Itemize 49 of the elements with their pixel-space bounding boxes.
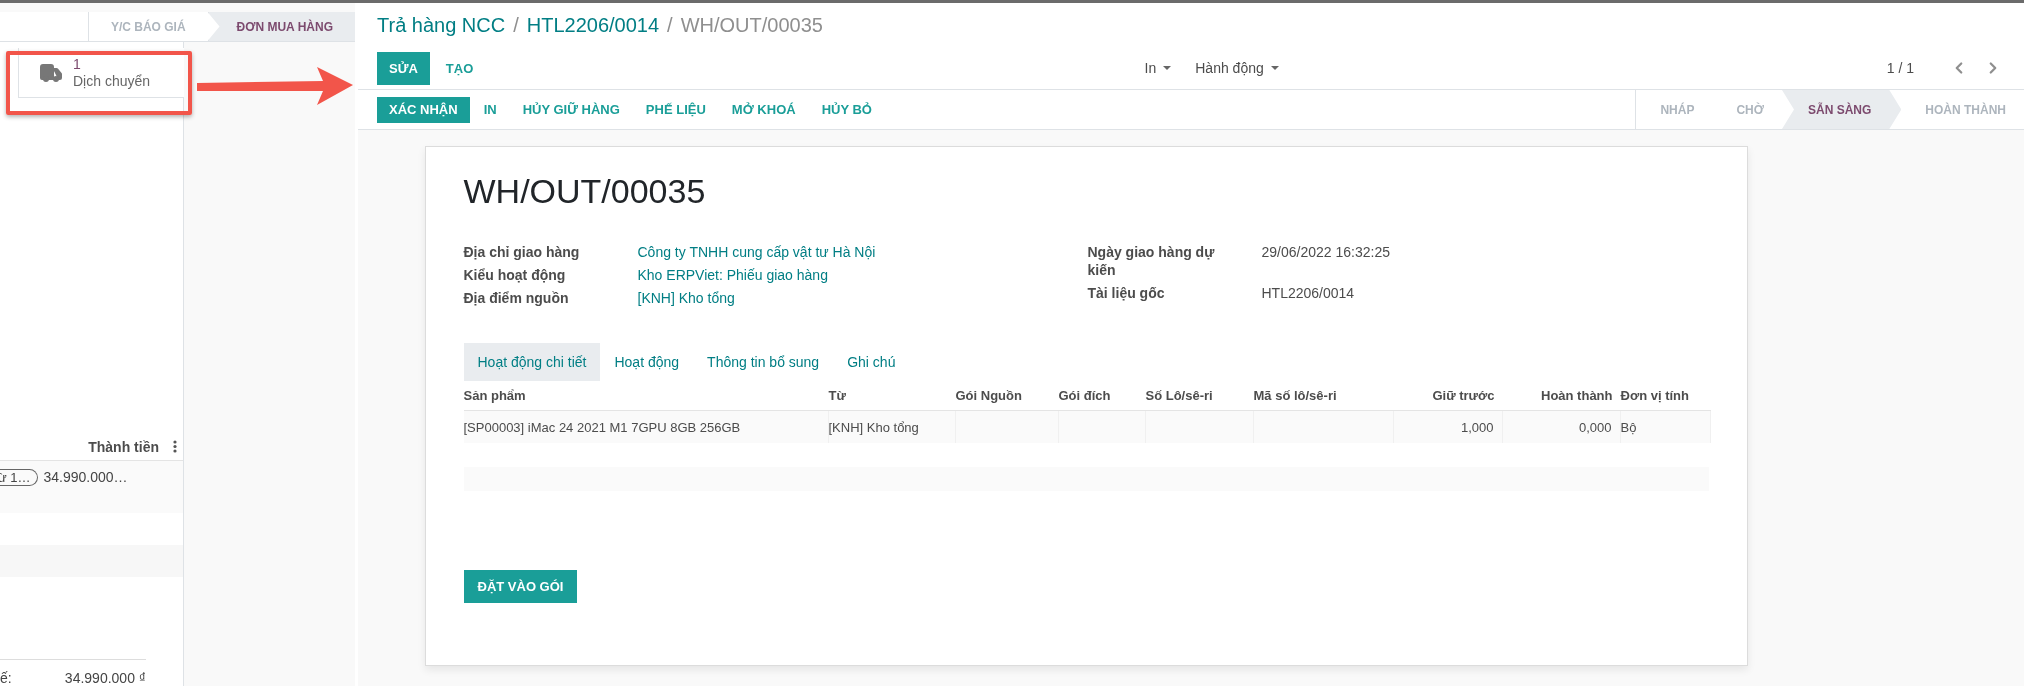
field-value: HTL2206/0014 [1261, 284, 1356, 302]
table-cell: 0,000 [1502, 411, 1621, 443]
count-text: 1 [73, 55, 81, 73]
field-link[interactable]: [KNH] Kho tổng [637, 289, 1088, 307]
record-title: WH/OUT/00035 [463, 171, 707, 212]
create-button[interactable]: TẠO [433, 51, 486, 85]
status-stage[interactable]: ĐƠN MUA HÀNG [207, 12, 355, 41]
breadcrumb-link[interactable]: HTL2206/0014 [526, 13, 660, 37]
table-cell: [KNH] Kho tổng [828, 411, 956, 443]
column-header: Thành tiền [88, 438, 159, 455]
action-button[interactable]: HỦY BỎ [809, 96, 884, 123]
table-cell: [SP00003] iMac 24 2021 M1 7GPU 8GB 256GB [463, 411, 829, 443]
action-button[interactable]: HỦY GIỮ HÀNG [510, 96, 632, 123]
edit-button[interactable]: SỬA [377, 51, 430, 85]
caret-icon [1163, 66, 1172, 70]
caret-icon [1270, 66, 1279, 70]
field-link[interactable]: Công ty TNHH cung cấp vật tư Hà Nội [637, 243, 1088, 261]
table-cell: Bộ [1620, 411, 1711, 443]
field-label: Kiểu hoạt động [463, 266, 567, 284]
total-value: 34.990.000 ₫ [64, 670, 146, 686]
breadcrumb-link[interactable]: Trả hàng NCC [377, 13, 506, 37]
field-value: 29/06/2022 16:32:25 [1261, 243, 1391, 262]
dropdown-button[interactable]: In [1134, 60, 1182, 76]
breadcrumb-separator: / [513, 13, 519, 37]
field-link[interactable]: Kho ERPViet: Phiếu giao hàng [637, 266, 1088, 284]
action-button[interactable]: MỞ KHOÁ [719, 96, 808, 123]
field-label: Địa điểm nguồn [463, 289, 570, 307]
field-label: Ngày giao hàng dự kiến [1087, 243, 1216, 279]
breadcrumb-link[interactable]: WH/OUT/00035 [680, 13, 823, 37]
field-label: Tài liệu gốc [1087, 284, 1166, 302]
tab[interactable]: Thông tin bổ sung [693, 343, 834, 381]
action-button[interactable]: IN [471, 96, 509, 123]
dropdown-button[interactable]: Hành động [1185, 60, 1289, 76]
tab[interactable]: Hoạt động [600, 343, 694, 381]
tab[interactable]: Ghi chú [833, 343, 910, 381]
field-label: Địa chỉ giao hàng [463, 243, 581, 261]
action-button[interactable]: XÁC NHẬN [377, 96, 470, 123]
smart-button[interactable]: 1 Dịch chuyển [18, 48, 184, 98]
table-cell: 1,000 [1393, 411, 1503, 443]
tab[interactable]: Hoạt động chi tiết [463, 343, 601, 381]
smart-button-label: Dịch chuyển [73, 72, 151, 90]
breadcrumb-separator: / [667, 13, 673, 37]
kebab-icon[interactable] [173, 440, 177, 453]
put-in-pack-button[interactable]: ĐẶT VÀO GÓI [463, 570, 578, 603]
total-label: ế: [0, 670, 12, 686]
pager-text: 1 / 1 [1886, 60, 1914, 76]
table-cell: 34.990.000… [43, 469, 128, 485]
status-stage[interactable]: SẴN SÀNG [1782, 90, 1902, 129]
action-button[interactable]: PHẾ LIỆU [633, 96, 718, 123]
